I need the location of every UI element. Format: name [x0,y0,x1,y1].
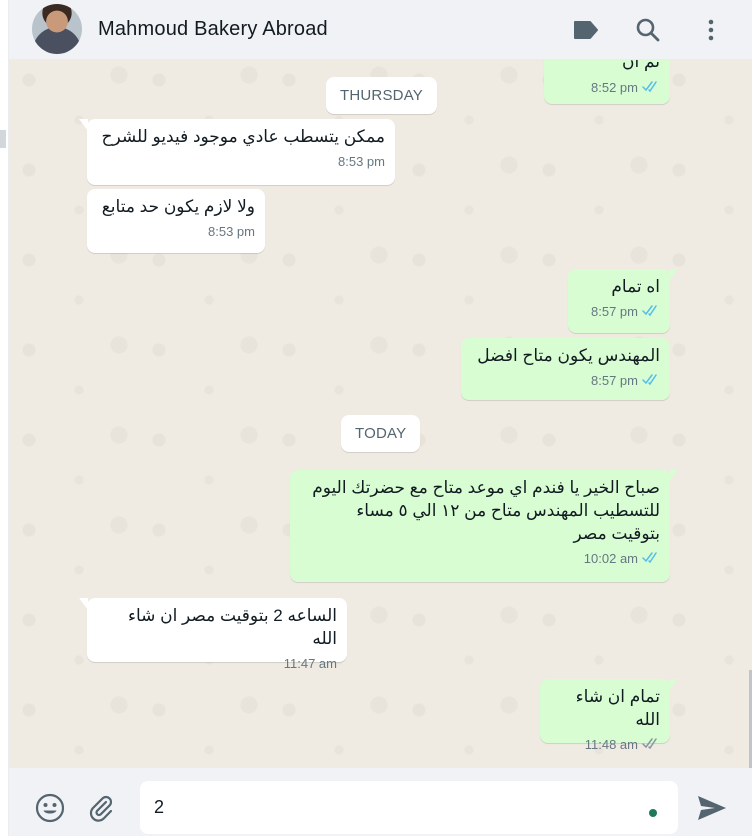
chat-header: Mahmoud Bakery Abroad [9,0,752,60]
message-text: المهندس يكون متاح افضل [477,346,660,365]
message-bubble-outgoing[interactable]: اه تمام 8:57 pm [568,269,678,333]
message-text: اه تمام [611,277,660,296]
left-panel-edge [0,0,9,836]
message-text: ولا لازم يكون حد متابع [101,197,255,216]
delivered-ticks-icon [642,733,660,756]
message-input[interactable] [140,781,678,834]
message-bubble-incoming[interactable]: الساعه 2 بتوقيت مصر ان شاء الله 11:47 am [79,598,347,671]
message-time: 10:02 am [583,551,638,566]
message-list[interactable]: تم ان 8:52 pm THURSDAY ممكن يتسطب عادي م… [9,60,752,768]
date-separator: TODAY [341,415,421,452]
message-bubble-incoming[interactable]: ممكن يتسطب عادي موجود فيديو للشرح 8:53 p… [79,119,395,185]
label-icon[interactable] [572,16,600,44]
message-time: 11:47 am [283,656,337,671]
read-ticks-icon [642,76,660,99]
message-text: ممكن يتسطب عادي موجود فيديو للشرح [101,127,385,146]
message-composer [9,768,752,836]
message-text: الساعه 2 بتوقيت مصر ان شاء الله [127,606,337,648]
date-separator: THURSDAY [326,77,437,114]
contact-avatar[interactable] [32,4,82,54]
message-time: 8:57 pm [591,373,638,388]
search-icon[interactable] [634,16,662,44]
message-time: 8:52 pm [591,80,638,95]
scrollbar[interactable] [748,60,752,768]
message-time: 8:57 pm [591,304,638,319]
left-panel-marker [0,130,6,148]
message-bubble-incoming[interactable]: ولا لازم يكون حد متابع 8:53 pm [87,189,265,253]
attach-icon[interactable] [84,791,118,825]
message-text-line: صباح الخير يا فندم اي موعد متاح مع حضرتك… [312,478,660,497]
message-text-line: بتوقيت مصر [573,524,660,543]
read-ticks-icon [642,547,660,570]
message-bubble-outgoing[interactable]: تمام ان شاء الله 11:48 am [540,679,678,752]
message-time: 8:53 pm [338,154,385,169]
emoji-icon[interactable] [33,791,67,825]
read-ticks-icon [642,300,660,323]
message-text: تمام ان شاء الله [575,687,660,729]
contact-name[interactable]: Mahmoud Bakery Abroad [98,18,328,41]
message-time: 8:53 pm [208,224,255,239]
menu-icon[interactable] [697,16,725,44]
read-ticks-icon [642,369,660,392]
message-bubble-outgoing[interactable]: المهندس يكون متاح افضل 8:57 pm [461,338,670,400]
message-text-line: للتسطيب المهندس متاح من ١٢ الي ٥ مساء [356,501,660,520]
message-bubble-outgoing[interactable]: تم ان 8:52 pm [544,60,670,104]
status-dot [649,809,657,817]
message-time: 11:48 am [584,737,638,752]
send-icon[interactable] [695,791,729,825]
message-text: تم ان [622,60,660,71]
message-bubble-outgoing[interactable]: صباح الخير يا فندم اي موعد متاح مع حضرتك… [290,470,678,582]
